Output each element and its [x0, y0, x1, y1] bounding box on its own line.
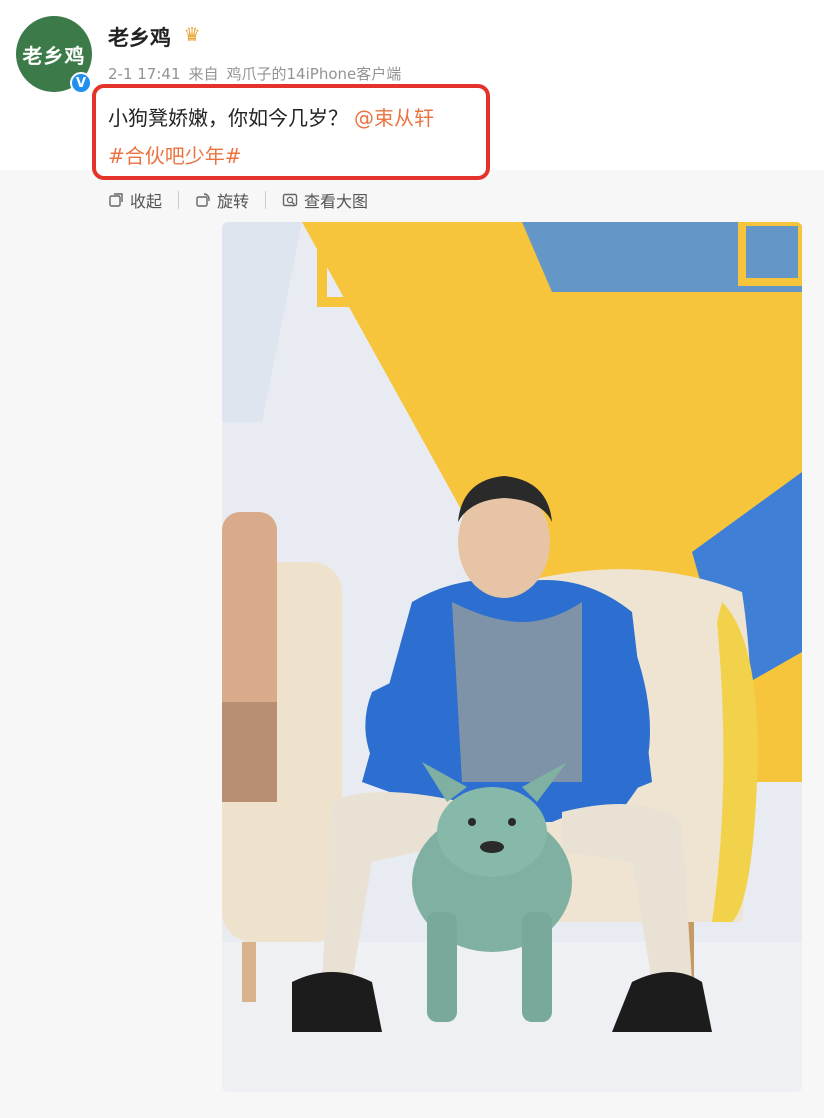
view-full-icon [282, 192, 298, 208]
collapse-icon [108, 192, 124, 208]
crown-icon: ♛ [183, 24, 201, 46]
rotate-button[interactable]: 旋转 [195, 188, 249, 212]
view-full-label: 查看大图 [304, 192, 369, 211]
media-toolbar: 收起 旋转 查看大图 [108, 188, 368, 212]
view-full-button[interactable]: 查看大图 [282, 188, 368, 212]
post-text-body: 小狗凳娇嫩，你如今几岁？ [108, 106, 348, 130]
toolbar-divider [178, 191, 180, 209]
post-meta: 2-1 17:41 来自 鸡爪子的14iPhone客户端 [108, 63, 409, 84]
collapse-label: 收起 [130, 192, 163, 211]
post-image[interactable] [222, 222, 802, 1092]
post-date[interactable]: 2-1 17:41 [108, 65, 181, 83]
collapse-button[interactable]: 收起 [108, 188, 162, 212]
post-source[interactable]: 鸡爪子的14iPhone客户端 [227, 65, 402, 83]
source-prefix: 来自 [188, 65, 219, 83]
post-text: 小狗凳娇嫩，你如今几岁？ @束从轩 [108, 102, 434, 131]
rotate-label: 旋转 [217, 192, 250, 211]
mention-link[interactable]: @束从轩 [354, 106, 434, 130]
avatar-text: 老乡鸡 [22, 43, 86, 68]
hashtag-link[interactable]: #合伙吧少年# [108, 140, 242, 169]
verified-badge-icon: V [70, 72, 92, 94]
rotate-icon [195, 192, 211, 208]
toolbar-divider [265, 191, 267, 209]
username[interactable]: 老乡鸡 [108, 22, 171, 52]
